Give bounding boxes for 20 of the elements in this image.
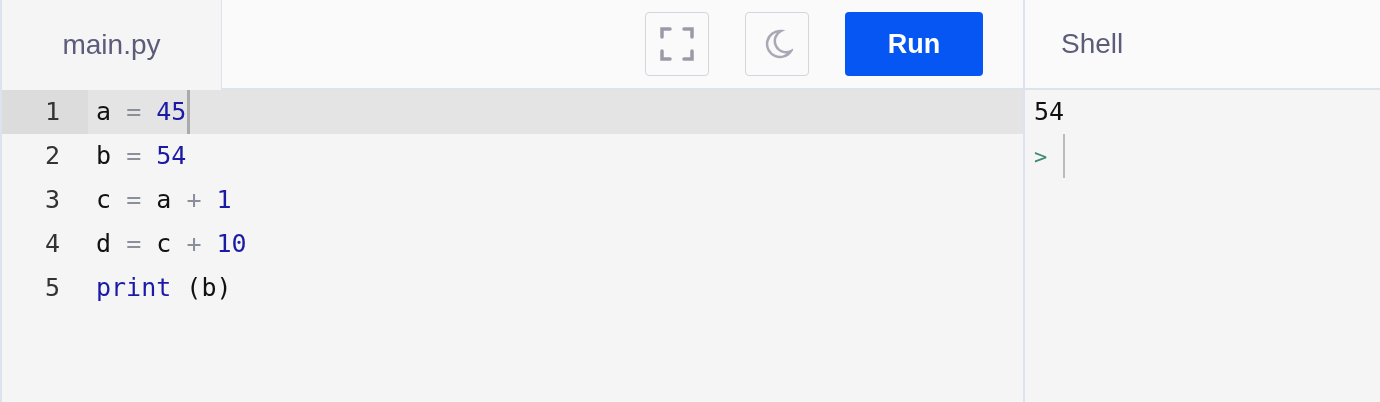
line-number: 1 xyxy=(2,90,88,134)
text-cursor xyxy=(1063,134,1066,178)
theme-toggle-button[interactable] xyxy=(745,12,809,76)
line-number: 5 xyxy=(43,272,61,305)
code-line: b = 54 xyxy=(96,140,187,173)
shell-prompt: > xyxy=(1034,142,1048,171)
code-line: c = a + 1 xyxy=(96,184,232,217)
fullscreen-button[interactable] xyxy=(645,12,709,76)
shell-output: 54 xyxy=(1034,96,1066,129)
run-button[interactable]: Run xyxy=(845,12,983,76)
line-number: 4 xyxy=(43,228,61,261)
code-line: d = c + 10 xyxy=(96,228,247,261)
fullscreen-icon xyxy=(659,26,695,62)
shell-title: Shell xyxy=(1061,27,1124,61)
code-line: a = 45 xyxy=(96,96,187,129)
code-line: print (b) xyxy=(96,272,232,305)
line-number: 3 xyxy=(43,184,61,217)
text-cursor xyxy=(187,90,191,134)
file-tab[interactable]: main.py xyxy=(2,0,222,90)
line-number: 2 xyxy=(43,140,61,173)
